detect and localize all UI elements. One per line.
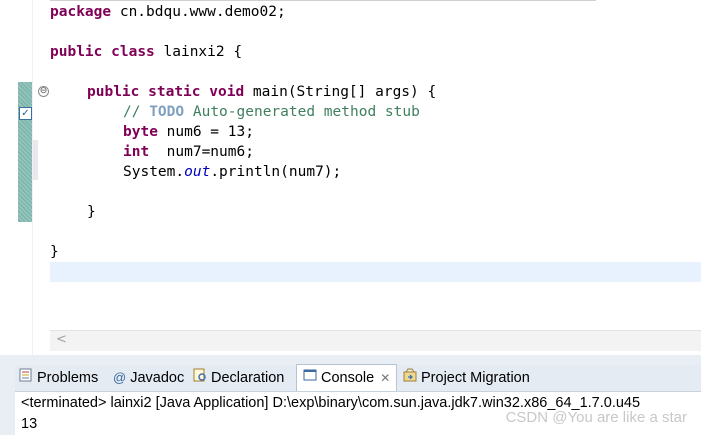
declaration-icon [193, 365, 207, 391]
code-line-5: public static void main(String[] args) { [87, 84, 437, 100]
code-editor[interactable]: ✓ ⊖ package cn.bdqu.www.demo02; public c… [0, 0, 701, 355]
change-indicator [18, 82, 32, 222]
migration-icon [403, 365, 417, 391]
console-output: 13 [21, 416, 38, 432]
current-line-highlight [50, 262, 701, 282]
bottom-tab-bar: Problems @ Javadoc Declaration Console ✕ P… [15, 364, 701, 392]
tab-declaration[interactable]: Declaration [193, 365, 284, 391]
tab-console[interactable]: Console ✕ [296, 364, 398, 391]
code-line-8: int num7=num6; [123, 144, 254, 160]
task-marker-icon[interactable]: ✓ [19, 107, 32, 120]
tab-project-migration[interactable]: Project Migration [403, 365, 530, 391]
code-line-9: System.out.println(num7); [123, 164, 342, 180]
code-text-area[interactable]: package cn.bdqu.www.demo02; public class… [50, 0, 701, 330]
code-line-7: byte num6 = 13; [123, 124, 254, 140]
at-icon: @ [113, 370, 127, 386]
code-line-6: // TODO Auto-generated method stub [123, 104, 420, 120]
csdn-watermark: CSDN @You are like a star [505, 409, 687, 426]
fold-collapse-icon[interactable]: ⊖ [38, 86, 49, 97]
close-icon[interactable]: ✕ [380, 371, 390, 385]
tab-javadoc[interactable]: @ Javadoc [113, 365, 184, 391]
console-icon [303, 365, 317, 391]
code-line-13: } [50, 244, 59, 260]
scroll-left-icon[interactable]: < [56, 332, 67, 347]
panel-left-strip [0, 365, 15, 435]
tab-problems[interactable]: Problems [19, 365, 98, 391]
horizontal-scrollbar[interactable]: < [50, 330, 701, 351]
code-line-1: package cn.bdqu.www.demo02; [50, 4, 286, 20]
code-line-3: public class lainxi2 { [50, 44, 243, 60]
code-line-11: } [87, 204, 96, 220]
overview-ruler [0, 0, 18, 355]
gutter-divider [32, 0, 33, 355]
problems-icon [19, 365, 33, 391]
